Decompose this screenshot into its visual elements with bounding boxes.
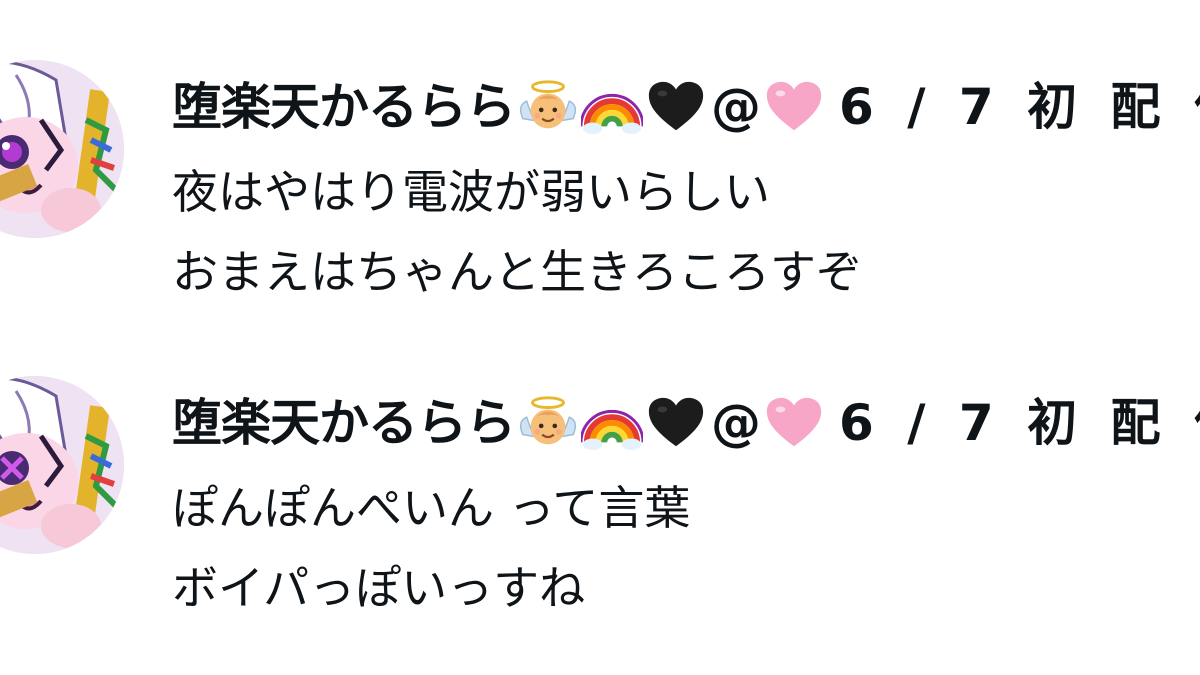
pink-heart-icon [763,76,825,138]
post[interactable]: 堕楽天かるらら [0,40,1200,340]
black-heart-icon [645,76,707,138]
post-text: ぽんぽんぺいん って言葉 ボイパっぽいっすね [172,468,690,628]
at-sign: @ [711,78,761,136]
post-header: 堕楽天かるらら @ 6 / 7 初 配 [172,388,1200,458]
post-text-line: 夜はやはり電波が弱いらしい [172,165,770,219]
display-name[interactable]: 堕楽天かるらら [172,82,516,132]
black-heart-icon [645,392,707,454]
post-text-line: おまえはちゃんと生きろころすぞ [172,245,862,299]
display-name-suffix: 6 / 7 初 配 信 [839,394,1200,452]
display-name-suffix: 6 / 7 初 配 信 [839,78,1200,136]
avatar[interactable] [0,60,124,238]
angel-baby-icon [517,76,579,138]
at-sign: @ [711,394,761,452]
rainbow-icon [581,392,643,454]
display-name[interactable]: 堕楽天かるらら [172,398,516,448]
timeline-feed: 堕楽天かるらら @ 6 / 7 初 配 夜はやはり電波が弱いらしい おまえはちゃ… [0,0,1200,675]
avatar[interactable] [0,376,124,554]
avatar-illustration [0,376,124,554]
pink-heart-icon [763,392,825,454]
rainbow-icon [581,76,643,138]
avatar-illustration [0,60,124,238]
post-text: 夜はやはり電波が弱いらしい おまえはちゃんと生きろころすぞ [172,152,862,312]
post-text-line: ぽんぽんぺいん って言葉 [172,481,691,535]
post-header: 堕楽天かるらら @ 6 / 7 初 配 [172,72,1200,142]
angel-baby-icon [517,392,579,454]
post-text-line: ボイパっぽいっすね [172,561,586,615]
post[interactable]: 堕楽天かるらら [0,356,1200,656]
